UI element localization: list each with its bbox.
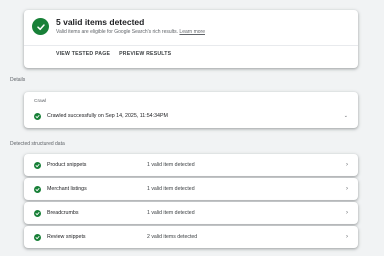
crawl-label: Crawl	[34, 99, 47, 104]
list-item-review-snippets[interactable]: Review snippets 2 valid items detected ›	[24, 226, 358, 248]
chevron-right-icon[interactable]: ›	[346, 210, 348, 216]
chevron-down-icon[interactable]: ⌄	[344, 113, 348, 119]
success-check-icon	[32, 18, 49, 35]
summary-actions: VIEW TESTED PAGE PREVIEW RESULTS	[56, 51, 171, 57]
item-name: Review snippets	[47, 234, 86, 240]
item-status: 2 valid items detected	[147, 234, 198, 240]
summary-title: 5 valid items detected	[56, 17, 145, 27]
crawl-status-text: Crawled successfully on Sep 14, 2025, 11…	[47, 113, 168, 119]
preview-results-button[interactable]: PREVIEW RESULTS	[119, 51, 171, 57]
details-section-label: Details	[10, 77, 26, 83]
list-item[interactable]: Product snippets 1 valid item detected ›	[24, 154, 358, 176]
crawl-row: Crawled successfully on Sep 14, 2025, 11…	[34, 111, 348, 121]
item-name: Product snippets	[47, 162, 87, 168]
summary-subtitle: Valid items are eligible for Google Sear…	[56, 29, 205, 35]
structured-data-section-label: Detected structured data	[10, 141, 65, 147]
item-status: 1 valid item detected	[147, 162, 195, 168]
check-icon	[34, 185, 41, 193]
item-status: 1 valid item detected	[147, 210, 195, 216]
view-tested-page-button[interactable]: VIEW TESTED PAGE	[56, 51, 110, 57]
check-icon	[34, 233, 41, 241]
check-icon	[34, 209, 41, 217]
summary-subtitle-text: Valid items are eligible for Google Sear…	[56, 29, 179, 35]
list-item-product-snippets[interactable]: Product snippets 1 valid item detected ›	[24, 154, 358, 176]
list-item-merchant-listings[interactable]: Merchant listings 1 valid item detected …	[24, 178, 358, 200]
learn-more-link[interactable]: Learn more	[179, 29, 205, 35]
chevron-right-icon[interactable]: ›	[346, 234, 348, 240]
list-item[interactable]: Merchant listings 1 valid item detected …	[24, 178, 358, 200]
chevron-right-icon[interactable]: ›	[346, 186, 348, 192]
chevron-right-icon[interactable]: ›	[346, 162, 348, 168]
divider	[24, 45, 358, 46]
check-icon	[34, 161, 41, 169]
summary-card: 5 valid items detected Valid items are e…	[24, 10, 358, 68]
crawl-check-icon	[34, 112, 41, 120]
list-item[interactable]: Review snippets 2 valid items detected ›	[24, 226, 358, 248]
crawl-card[interactable]: Crawl Crawled successfully on Sep 14, 20…	[24, 92, 358, 128]
list-item-breadcrumbs[interactable]: Breadcrumbs 1 valid item detected ›	[24, 202, 358, 224]
item-name: Merchant listings	[47, 186, 87, 192]
item-status: 1 valid item detected	[147, 186, 195, 192]
list-item[interactable]: Breadcrumbs 1 valid item detected ›	[24, 202, 358, 224]
item-name: Breadcrumbs	[47, 210, 79, 216]
